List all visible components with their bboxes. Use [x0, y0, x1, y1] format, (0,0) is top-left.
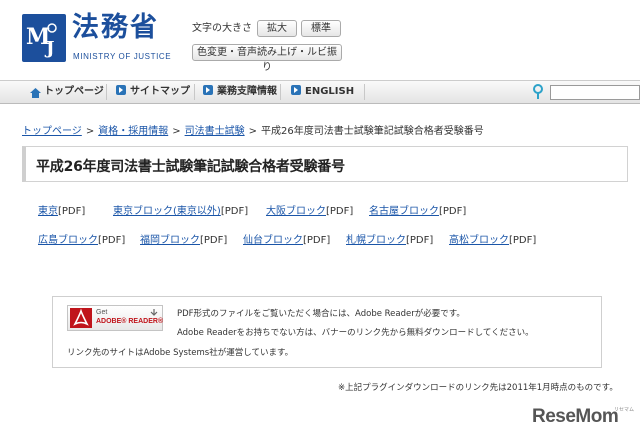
nav-item-label: サイトマップ: [130, 86, 190, 97]
breadcrumb-link-qualification[interactable]: 資格・採用情報: [98, 126, 168, 137]
breadcrumb: トップページ > 資格・採用情報 > 司法書士試験 > 平成26年度司法書士試験筆記試験合格…: [22, 122, 484, 137]
pdf-link-sendai-block[interactable]: 仙台ブロック[PDF]: [243, 234, 330, 248]
adobe-note-line3: リンク先のサイトはAdobe Systems社が運営しています。: [67, 348, 294, 358]
nav-divider: [194, 84, 195, 100]
nav-divider: [280, 84, 281, 100]
pdf-link-hiroshima-block[interactable]: 広島ブロック[PDF]: [38, 234, 125, 248]
adobe-banner-reader: ADOBE® READER®: [96, 318, 164, 325]
pdf-tag: [PDF]: [200, 235, 228, 246]
pdf-tag: [PDF]: [406, 235, 434, 246]
nav-item-label: トップページ: [44, 86, 104, 97]
breadcrumb-separator: >: [248, 126, 257, 137]
nav-divider: [106, 84, 107, 100]
nav-item-label: ENGLISH: [305, 86, 355, 97]
search-input[interactable]: [550, 85, 640, 100]
search-area: [528, 84, 640, 100]
pdf-link-tokyo-block[interactable]: 東京ブロック(東京以外)[PDF]: [113, 205, 248, 219]
pdf-link-takamatsu-block[interactable]: 高松ブロック[PDF]: [449, 234, 536, 248]
adobe-banner-get: Get: [96, 309, 108, 316]
pdf-link-fukuoka-block[interactable]: 福岡ブロック[PDF]: [140, 234, 227, 248]
moj-logo-icon[interactable]: M J: [22, 14, 66, 62]
nav-item-sitemap[interactable]: サイトマップ: [116, 81, 190, 103]
font-enlarge-button[interactable]: 拡大: [257, 20, 297, 37]
pdf-tag: [PDF]: [509, 235, 537, 246]
arrow-square-icon: [203, 85, 213, 95]
pdf-tag: [PDF]: [220, 206, 249, 217]
page-title: 平成26年度司法書士試験筆記試験合格者受験番号: [36, 159, 345, 175]
watermark-text: ReseMom: [532, 406, 619, 427]
breadcrumb-separator: >: [85, 126, 95, 137]
pdf-link-label[interactable]: 名古屋ブロック: [369, 206, 439, 217]
arrow-square-icon: [291, 85, 301, 95]
nav-item-service-info[interactable]: 業務支障情報: [203, 81, 277, 103]
pdf-tag: [PDF]: [58, 206, 86, 217]
nav-divider: [364, 84, 365, 100]
search-icon[interactable]: [532, 84, 544, 103]
page-title-box: 平成26年度司法書士試験筆記試験合格者受験番号: [22, 146, 628, 182]
accessibility-button[interactable]: 色変更・音声読み上げ・ルビ振り: [192, 44, 342, 73]
arrow-square-icon: [116, 85, 126, 95]
pdf-tag: [PDF]: [439, 206, 467, 217]
nav-item-top[interactable]: トップページ: [30, 81, 104, 103]
breadcrumb-link-top[interactable]: トップページ: [22, 126, 82, 137]
font-size-label: 文字の大きさ: [192, 23, 252, 34]
pdf-link-label[interactable]: 札幌ブロック: [346, 235, 406, 246]
plugin-date-note: ※上記プラグインダウンロードのリンク先は2011年1月時点のものです。: [338, 383, 618, 393]
pdf-tag: [PDF]: [98, 235, 126, 246]
breadcrumb-current: 平成26年度司法書士試験筆記試験合格者受験番号: [260, 126, 484, 137]
pdf-link-label[interactable]: 高松ブロック: [449, 235, 509, 246]
breadcrumb-separator: >: [172, 126, 181, 137]
site-header: M J 法務省 MINISTRY OF JUSTICE 文字の大きさ 拡大 標準…: [0, 0, 640, 80]
adobe-reader-banner[interactable]: Get ADOBE® READER®: [67, 305, 163, 331]
font-standard-button[interactable]: 標準: [301, 20, 341, 37]
pdf-link-label[interactable]: 東京: [38, 206, 58, 217]
pdf-link-tokyo[interactable]: 東京[PDF]: [38, 205, 85, 219]
adobe-note-line1: PDF形式のファイルをご覧いただく場合には、Adobe Readerが必要です。: [177, 309, 465, 319]
nav-item-label: 業務支障情報: [217, 86, 277, 97]
resemom-watermark: ReseMom リセマム: [532, 406, 636, 436]
pdf-link-label[interactable]: 仙台ブロック: [243, 235, 303, 246]
adobe-logo-icon: [70, 308, 92, 328]
nav-item-english[interactable]: ENGLISH: [291, 81, 354, 103]
pdf-link-label[interactable]: 大阪ブロック: [266, 206, 326, 217]
download-arrow-icon: [150, 309, 158, 317]
pdf-link-label[interactable]: 東京ブロック(東京以外): [113, 206, 221, 217]
adobe-note-line2: Adobe Readerをお持ちでない方は、バナーのリンク先から無料ダウンロード…: [177, 328, 534, 338]
breadcrumb-link-exam[interactable]: 司法書士試験: [185, 126, 245, 137]
pdf-link-label[interactable]: 広島ブロック: [38, 235, 98, 246]
pdf-link-sapporo-block[interactable]: 札幌ブロック[PDF]: [346, 234, 433, 248]
pdf-tag: [PDF]: [303, 235, 331, 246]
pdf-link-nagoya-block[interactable]: 名古屋ブロック[PDF]: [369, 205, 466, 219]
pdf-link-label[interactable]: 福岡ブロック: [140, 235, 200, 246]
home-icon: [30, 85, 41, 98]
site-name-english: MINISTRY OF JUSTICE: [73, 52, 172, 61]
site-name[interactable]: 法務省: [72, 12, 159, 44]
pdf-link-osaka-block[interactable]: 大阪ブロック[PDF]: [266, 205, 353, 219]
svg-text:J: J: [44, 38, 55, 59]
adobe-reader-info: Get ADOBE® READER® PDF形式のファイルをご覧いただく場合には…: [52, 296, 602, 368]
pdf-tag: [PDF]: [326, 206, 354, 217]
watermark-sub: リセマム: [614, 407, 635, 413]
